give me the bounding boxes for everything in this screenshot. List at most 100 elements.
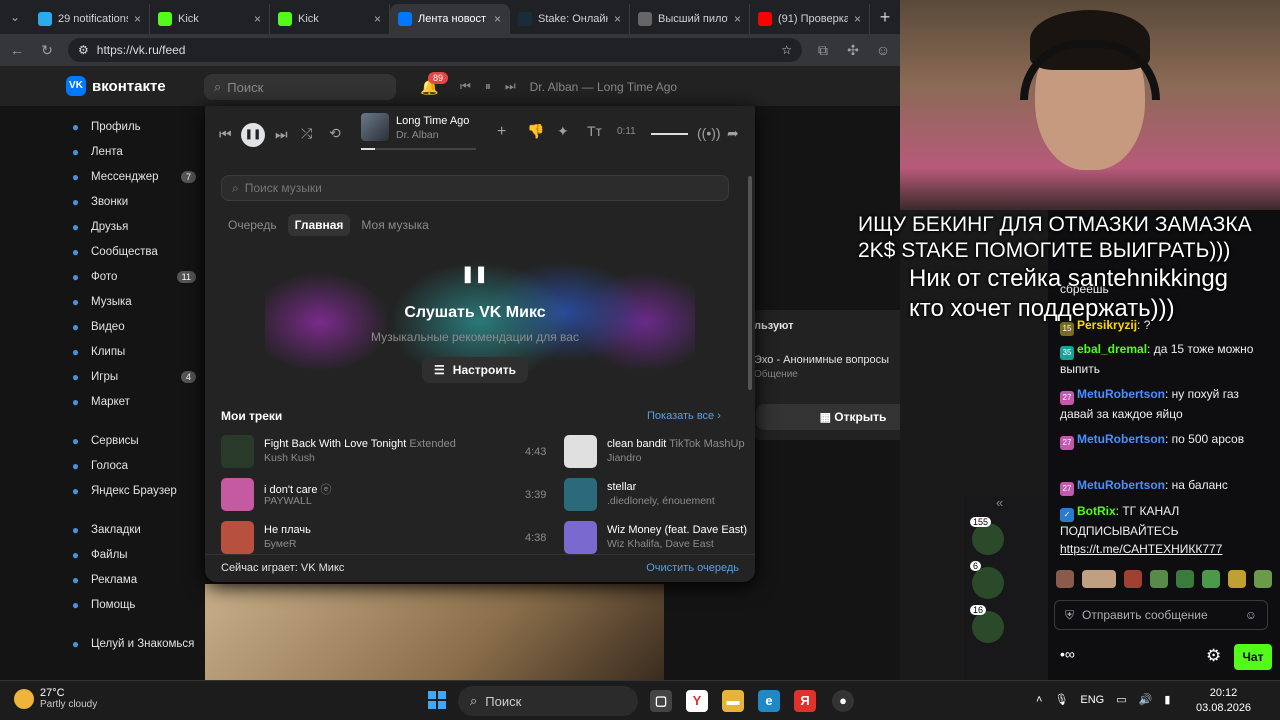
chat-send-button[interactable]: Чат <box>1234 644 1272 670</box>
sidebar-item-files[interactable]: ● Файлы <box>60 542 204 567</box>
sidebar-item-friends[interactable]: ● Друзья <box>60 214 204 239</box>
feed-post-photo[interactable] <box>205 584 664 680</box>
followed-stream-avatar[interactable]: 155 <box>970 517 1004 555</box>
url-input[interactable]: ⚙ https://vk.ru/feed ☆ <box>68 38 802 62</box>
extensions-icon[interactable]: ⧉ <box>814 42 832 59</box>
chevron-up-icon[interactable]: ˄ <box>1036 694 1042 706</box>
add-icon[interactable]: + <box>497 123 506 141</box>
emote-icon[interactable] <box>1056 570 1074 588</box>
sidebar-item-services[interactable]: ● Сервисы <box>60 428 204 453</box>
sidebar-item-phone[interactable]: ● Звонки <box>60 189 204 214</box>
reload-icon[interactable]: ↻ <box>38 42 56 59</box>
chat-username[interactable]: BotRix <box>1077 504 1116 518</box>
close-tab-icon[interactable]: × <box>494 12 501 26</box>
sidebar-item-yandex[interactable]: ● Яндекс Браузер <box>60 478 204 503</box>
close-tab-icon[interactable]: × <box>134 12 141 26</box>
track-row[interactable]: Wiz Money (feat. Dave East) Wiz Khalifa, … <box>564 521 832 555</box>
sidebar-item-music[interactable]: ● Музыка <box>60 289 204 314</box>
app-name[interactable]: Эхо - Анонимные вопросы <box>754 354 889 366</box>
edge-icon[interactable]: e <box>758 690 780 712</box>
battery-icon[interactable]: ▮ <box>1164 693 1170 706</box>
sidebar-item-communities[interactable]: ● Сообщества <box>60 239 204 264</box>
next-track-icon[interactable]: ⏭ <box>505 79 516 94</box>
sidebar-item-app[interactable]: ● Целуй и Знакомься <box>60 631 204 656</box>
windows-start-icon[interactable] <box>428 691 446 709</box>
chat-username[interactable]: MetuRobertson <box>1077 432 1165 446</box>
taskbar-search[interactable]: ⌕ Поиск <box>458 686 638 716</box>
track-row[interactable]: Не плачь БумеR 4:38 <box>221 521 546 555</box>
sidebar-item-games[interactable]: ● Игры 4 <box>60 364 204 389</box>
lyrics-icon[interactable]: Tт <box>587 123 602 139</box>
emoji-icon[interactable]: ☺ <box>1245 608 1257 622</box>
emote-icon[interactable] <box>1176 570 1194 588</box>
chat-username[interactable]: MetuRobertson <box>1077 387 1165 401</box>
broadcast-icon[interactable]: ((•)) <box>697 125 721 141</box>
clear-queue-button[interactable]: Очистить очередь <box>646 562 739 574</box>
volume-slider[interactable] <box>651 133 688 135</box>
collapse-icon[interactable]: « <box>996 495 1003 510</box>
emote-icon[interactable] <box>1150 570 1168 588</box>
close-tab-icon[interactable]: × <box>734 12 741 26</box>
music-search-input[interactable]: ⌕ Поиск музыки <box>221 175 729 201</box>
scrollbar[interactable] <box>748 176 752 390</box>
sidebar-item-bookmark[interactable]: ● Закладки <box>60 517 204 542</box>
dislike-icon[interactable]: 👎 <box>527 123 544 140</box>
track-progress-bar[interactable] <box>361 148 476 150</box>
track-artist[interactable]: Dr. Alban <box>396 129 469 141</box>
player-tab[interactable]: Главная <box>287 214 351 236</box>
close-tab-icon[interactable]: × <box>614 12 621 26</box>
track-cover[interactable] <box>564 435 597 468</box>
sidebar-item-votes[interactable]: ● Голоса <box>60 453 204 478</box>
prev-track-icon[interactable]: ⏮ <box>460 79 471 94</box>
emote-icon[interactable] <box>1202 570 1220 588</box>
language-indicator[interactable]: ENG <box>1080 694 1104 706</box>
mix-pause-icon[interactable]: ❚❚ <box>461 264 488 284</box>
network-icon[interactable]: ▭ <box>1116 693 1126 706</box>
browser-tab[interactable]: Kick × <box>150 4 270 34</box>
sidebar-item-photo[interactable]: ● Фото 11 <box>60 264 204 289</box>
mini-player-track[interactable]: Dr. Alban — Long Time Ago <box>530 80 677 94</box>
tab-list-icon[interactable]: ⌄ <box>0 10 30 24</box>
emote-icon[interactable] <box>1228 570 1246 588</box>
browser-tab[interactable]: 29 notifications × <box>30 4 150 34</box>
close-tab-icon[interactable]: × <box>254 12 261 26</box>
pause-button[interactable]: ❚❚ <box>241 123 265 147</box>
track-row[interactable]: i don't care ⓔ PAYWALL 3:39 <box>221 478 546 512</box>
share-icon[interactable]: ➦ <box>727 125 739 142</box>
track-cover[interactable] <box>564 521 597 554</box>
new-tab-button[interactable]: + <box>870 7 900 28</box>
file-explorer-icon[interactable]: ▬ <box>722 690 744 712</box>
mix-title[interactable]: Слушать VK Микс <box>205 304 745 322</box>
track-cover[interactable] <box>221 521 254 554</box>
track-row[interactable]: clean bandit TikTok MashUp Jiandro <box>564 435 832 469</box>
followed-stream-avatar[interactable]: 16 <box>970 605 1004 643</box>
track-row[interactable]: stellar .diedlonely, énouement <box>564 478 832 512</box>
track-title[interactable]: Long Time Ago <box>396 115 469 127</box>
close-tab-icon[interactable]: × <box>854 12 861 26</box>
player-tab[interactable]: Моя музыка <box>354 214 435 236</box>
site-info-icon[interactable]: ⚙ <box>78 43 89 57</box>
shuffle-icon[interactable]: ⤮ <box>301 125 312 142</box>
task-view-icon[interactable]: ▢ <box>650 690 672 712</box>
sidebar-item-ads[interactable]: ● Реклама <box>60 567 204 592</box>
browser-tab[interactable]: (91) Проверка × <box>750 4 870 34</box>
repeat-icon[interactable]: ⟲ <box>329 125 341 142</box>
next-track-icon[interactable]: ⏭ <box>275 126 288 143</box>
close-tab-icon[interactable]: × <box>374 12 381 26</box>
chat-link[interactable]: https://t.me/САНТЕХНИКК777 <box>1060 542 1222 556</box>
browser-tab[interactable]: Stake: Онлайн-к × <box>510 4 630 34</box>
emote-icon[interactable] <box>1082 570 1116 588</box>
track-cover[interactable] <box>564 478 597 511</box>
weather-widget[interactable]: 27°C Partly cloudy <box>14 687 97 710</box>
sidebar-item-profile[interactable]: ● Профиль <box>60 114 204 139</box>
track-cover[interactable] <box>361 113 389 141</box>
emote-icon[interactable] <box>1254 570 1272 588</box>
sidebar-item-help[interactable]: ● Помощь <box>60 592 204 617</box>
sidebar-item-market[interactable]: ● Маркет <box>60 389 204 414</box>
clock[interactable]: 20:12 03.08.2026 <box>1196 686 1251 716</box>
chat-username[interactable]: ebal_dremal <box>1077 342 1147 356</box>
browser-tab[interactable]: Лента новост × <box>390 4 510 34</box>
volume-icon[interactable]: 🔊 <box>1139 693 1153 706</box>
followed-stream-avatar[interactable]: 6 <box>970 561 1004 599</box>
sidebar-item-feed[interactable]: ● Лента <box>60 139 204 164</box>
